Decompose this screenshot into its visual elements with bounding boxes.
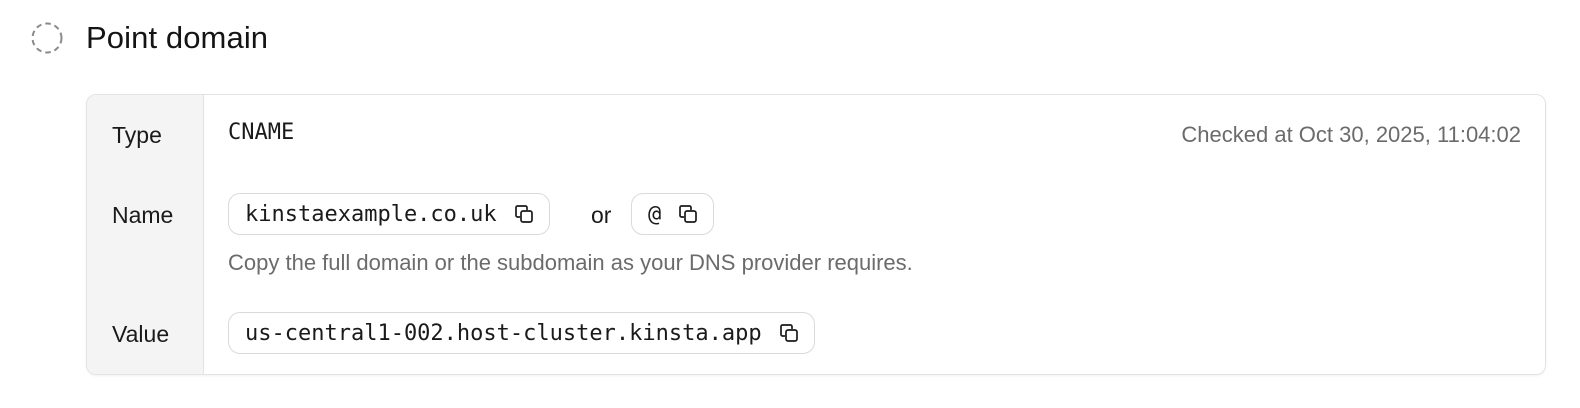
- dns-record-card: Type Name Value CNAME Checked at Oct 30,…: [86, 94, 1546, 375]
- name-short-chip[interactable]: @: [631, 193, 715, 235]
- name-full-chip[interactable]: kinstaexample.co.uk: [228, 193, 550, 235]
- record-type-value: CNAME: [228, 120, 295, 145]
- type-label: Type: [112, 122, 162, 148]
- copy-icon[interactable]: [778, 322, 800, 344]
- name-hint: Copy the full domain or the subdomain as…: [228, 250, 913, 275]
- value-chip[interactable]: us-central1-002.host-cluster.kinsta.app: [228, 312, 815, 354]
- or-separator: or: [591, 202, 612, 228]
- checked-timestamp: Checked at Oct 30, 2025, 11:04:02: [1181, 122, 1521, 147]
- step-title: Point domain: [86, 20, 269, 55]
- name-short-value: @: [648, 201, 662, 227]
- name-full-value: kinstaexample.co.uk: [245, 201, 497, 227]
- copy-icon[interactable]: [513, 203, 535, 225]
- pending-status-icon: [31, 22, 63, 54]
- value-label: Value: [112, 321, 170, 347]
- name-label: Name: [112, 202, 174, 228]
- label-column: Type Name Value: [87, 95, 204, 374]
- copy-icon[interactable]: [677, 203, 699, 225]
- step-header: Point domain: [30, 16, 268, 60]
- record-value: us-central1-002.host-cluster.kinsta.app: [245, 320, 762, 346]
